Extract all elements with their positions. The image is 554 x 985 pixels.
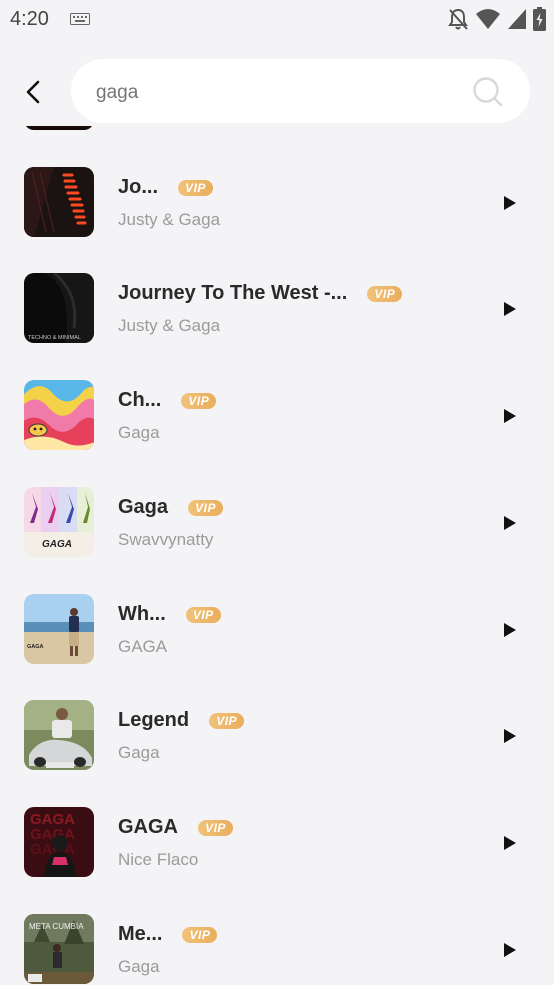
track-artist: Gaga	[118, 957, 160, 976]
track-row[interactable]: META CUMBIA Me... VIP Gaga	[0, 914, 554, 985]
bell-off-icon	[447, 7, 469, 36]
album-cover: META CUMBIA	[24, 914, 94, 984]
play-icon	[504, 623, 516, 637]
play-icon	[504, 196, 516, 210]
play-icon	[504, 516, 516, 530]
signal-icon	[507, 8, 527, 35]
track-title: Me...	[118, 923, 163, 945]
play-icon	[504, 729, 516, 743]
vip-badge: VIP	[185, 606, 221, 623]
vip-badge: VIP	[182, 926, 218, 943]
play-button[interactable]	[500, 726, 520, 746]
vip-badge: VIP	[188, 499, 224, 516]
track-artist: Justy & Gaga	[118, 316, 221, 335]
album-cover: GAGA	[24, 487, 94, 557]
album-cover	[24, 700, 94, 770]
play-button[interactable]	[500, 833, 520, 853]
search-icon[interactable]	[472, 76, 504, 113]
play-icon	[504, 943, 516, 957]
track-title: Journey To The West -...	[118, 282, 348, 304]
album-cover: GAGA GAGA GAGA	[24, 807, 94, 877]
wifi-icon	[475, 8, 501, 35]
play-button[interactable]	[500, 940, 520, 960]
play-icon	[504, 302, 516, 316]
track-artist: GAGA	[118, 637, 168, 656]
album-cover-partial	[24, 126, 94, 130]
play-button[interactable]	[500, 620, 520, 640]
track-artist: Gaga	[118, 423, 160, 442]
track-title: Gaga	[118, 496, 169, 518]
keyboard-icon	[70, 12, 90, 30]
track-row[interactable]: TECHNO & MINIMAL Journey To The West -..…	[0, 273, 554, 380]
back-arrow-icon	[26, 80, 40, 104]
track-row[interactable]: Ch... VIP Gaga	[0, 380, 554, 487]
play-button[interactable]	[500, 513, 520, 533]
cover-label: GAGA	[42, 539, 72, 550]
status-bar: 4:20	[0, 0, 554, 40]
search-box[interactable]	[71, 59, 530, 123]
track-artist: Gaga	[118, 743, 160, 762]
play-button[interactable]	[500, 299, 520, 319]
track-title: Ch...	[118, 389, 162, 411]
track-row[interactable]: GAGA Gaga VIP Swavvynatty	[0, 487, 554, 594]
track-row[interactable]: Jo... VIP Justy & Gaga	[0, 167, 554, 274]
play-icon	[504, 409, 516, 423]
track-title: Legend	[118, 709, 190, 731]
play-icon	[504, 836, 516, 850]
vip-badge: VIP	[181, 392, 217, 409]
track-row[interactable]: GAGA GAGA GAGA GAGA VIP Nice Flaco	[0, 807, 554, 914]
back-button[interactable]	[20, 76, 48, 108]
cover-label: META CUMBIA	[29, 922, 84, 931]
vip-badge: VIP	[209, 712, 245, 729]
vip-badge: VIP	[178, 179, 214, 196]
track-artist: Swavvynatty	[118, 530, 214, 549]
track-row[interactable]: GAGA Wh... VIP GAGA	[0, 594, 554, 701]
track-artist: Justy & Gaga	[118, 210, 221, 229]
album-cover: GAGA	[24, 594, 94, 664]
album-cover	[24, 167, 94, 237]
cover-label: GAGA	[27, 644, 44, 650]
cover-label: TECHNO & MINIMAL	[28, 335, 81, 341]
album-cover: TECHNO & MINIMAL	[24, 273, 94, 343]
track-artist: Nice Flaco	[118, 850, 199, 869]
search-input[interactable]	[94, 77, 458, 109]
vip-badge: VIP	[198, 819, 233, 836]
track-title: Wh...	[118, 603, 166, 625]
track-row[interactable]: Legend VIP Gaga	[0, 700, 554, 807]
track-title: GAGA	[118, 816, 178, 838]
search-header	[0, 58, 554, 126]
status-time: 4:20	[10, 8, 49, 30]
play-button[interactable]	[500, 193, 520, 213]
battery-charging-icon	[533, 7, 546, 36]
album-cover	[24, 380, 94, 450]
play-button[interactable]	[500, 406, 520, 426]
track-title: Jo...	[118, 176, 159, 198]
vip-badge: VIP	[367, 285, 403, 302]
track-list[interactable]: Jo... VIP Justy & Gaga TECHNO & MINIMAL …	[0, 126, 554, 985]
